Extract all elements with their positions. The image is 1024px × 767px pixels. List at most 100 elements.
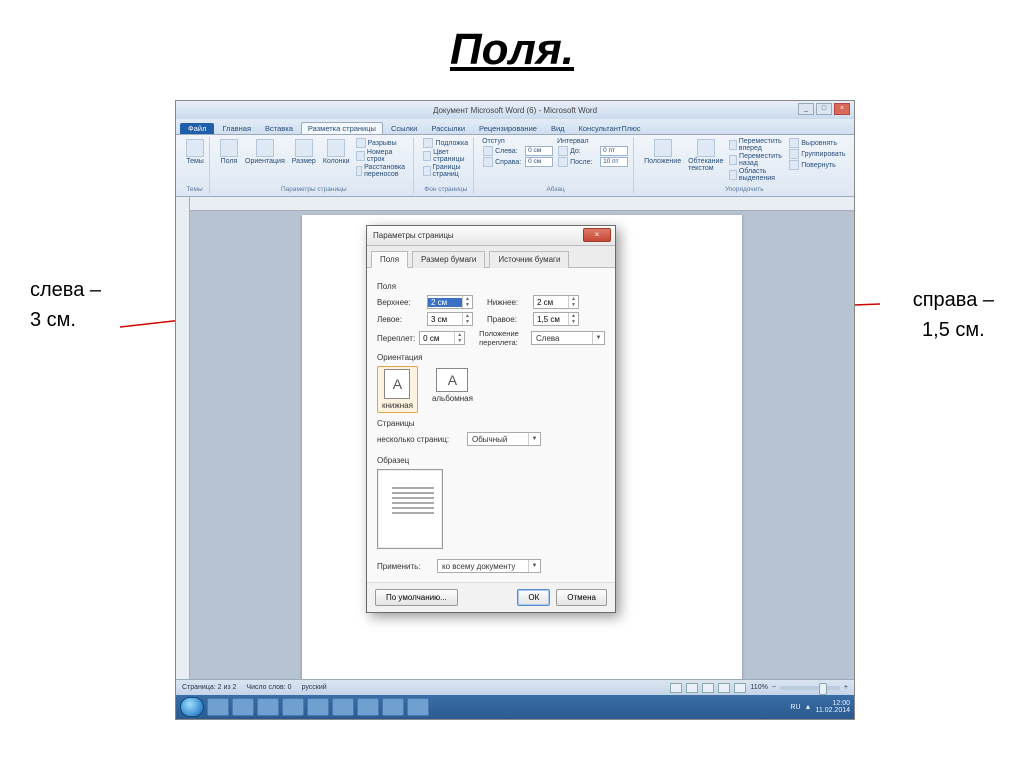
right-margin-input[interactable] (534, 315, 568, 324)
wrap-label: Обтекание текстом (688, 158, 723, 172)
position-button[interactable]: Положение (642, 138, 683, 166)
zoom-minus[interactable]: − (772, 684, 776, 691)
view-print-layout-button[interactable] (670, 683, 682, 693)
orientation-button[interactable]: Ориентация (243, 138, 287, 166)
forward-icon (729, 140, 736, 150)
tab-page-layout[interactable]: Разметка страницы (301, 122, 383, 134)
borders-label: Границы страниц (433, 164, 469, 178)
align-button[interactable]: Выровнять (788, 138, 846, 148)
annot-left-line1: слева – (30, 275, 101, 305)
rotate-button[interactable]: Повернуть (788, 160, 846, 170)
orientation-icon (256, 139, 274, 157)
dialog-tab-paper[interactable]: Размер бумаги (412, 251, 485, 268)
view-draft-button[interactable] (734, 683, 746, 693)
taskbar-word-icon[interactable] (357, 698, 379, 716)
taskbar-app2-icon[interactable] (307, 698, 329, 716)
dialog-tab-margins[interactable]: Поля (371, 251, 408, 268)
watermark-label: Подложка (435, 140, 468, 147)
dialog-tab-source[interactable]: Источник бумаги (489, 251, 569, 268)
lines-label: Номера строк (367, 149, 409, 163)
orientation-landscape-button[interactable]: A альбомная (428, 366, 477, 413)
tray-language[interactable]: RU (790, 704, 800, 711)
multipage-value: Обычный (468, 435, 528, 444)
taskbar-powerpoint-icon[interactable] (332, 698, 354, 716)
tab-consultant[interactable]: КонсультантПлюс (573, 123, 647, 134)
zoom-plus[interactable]: + (844, 684, 848, 691)
tab-home[interactable]: Главная (216, 123, 257, 134)
view-web-button[interactable] (702, 683, 714, 693)
taskbar-app4-icon[interactable] (407, 698, 429, 716)
tab-insert[interactable]: Вставка (259, 123, 299, 134)
gutter-label: Переплет: (377, 334, 415, 343)
zoom-value[interactable]: 110% (750, 684, 767, 691)
tray-flag-icon[interactable]: ▲ (805, 704, 812, 711)
indent-right-value[interactable]: 0 см (525, 157, 553, 167)
zoom-slider[interactable] (780, 686, 840, 690)
tab-references[interactable]: Ссылки (385, 123, 423, 134)
gutter-pos-label: Положение переплета: (479, 329, 527, 347)
gutter-pos-combo[interactable]: Слева▼ (531, 331, 605, 345)
tab-mailings[interactable]: Рассылки (425, 123, 471, 134)
page-borders-button[interactable]: Границы страниц (422, 164, 469, 178)
group-button[interactable]: Группировать (788, 149, 846, 159)
annot-right-line2: 1,5 см. (913, 315, 994, 345)
bottom-margin-spinner[interactable]: ▲▼ (533, 295, 579, 309)
cancel-button[interactable]: Отмена (556, 589, 607, 606)
wrap-text-button[interactable]: Обтекание текстом (686, 138, 725, 173)
document-area: Параметры страницы × Поля Размер бумаги … (176, 197, 854, 679)
bottom-margin-input[interactable] (534, 298, 568, 307)
status-language[interactable]: русский (302, 684, 327, 691)
size-button[interactable]: Размер (290, 138, 318, 166)
taskbar-ie-icon[interactable] (207, 698, 229, 716)
tab-view[interactable]: Вид (545, 123, 571, 134)
dialog-close-button[interactable]: × (583, 228, 611, 242)
hyphenation-button[interactable]: Расстановка переносов (355, 164, 410, 178)
indent-left-value[interactable]: 0 см (525, 146, 553, 156)
close-button[interactable]: × (834, 103, 850, 115)
send-backward-button[interactable]: Переместить назад (728, 153, 785, 167)
taskbar-app-icon[interactable] (257, 698, 279, 716)
tab-file[interactable]: Файл (180, 123, 214, 134)
left-margin-input[interactable] (428, 315, 462, 324)
gutter-spinner[interactable]: ▲▼ (419, 331, 465, 345)
spacing-before-value[interactable]: 0 пт (600, 146, 628, 156)
tray-clock[interactable]: 12:00 11.02.2014 (815, 700, 850, 714)
themes-button[interactable]: Темы (184, 138, 206, 166)
taskbar-firefox-icon[interactable] (282, 698, 304, 716)
breaks-button[interactable]: Разрывы (355, 138, 410, 148)
page-color-button[interactable]: Цвет страницы (422, 149, 469, 163)
status-bar: Страница: 2 из 2 Число слов: 0 русский 1… (176, 679, 854, 695)
bring-forward-button[interactable]: Переместить вперед (728, 138, 785, 152)
right-margin-spinner[interactable]: ▲▼ (533, 312, 579, 326)
apply-to-combo[interactable]: ко всему документу▼ (437, 559, 541, 573)
top-margin-input[interactable] (428, 298, 462, 307)
line-numbers-button[interactable]: Номера строк (355, 149, 410, 163)
view-reading-button[interactable] (686, 683, 698, 693)
gutter-input[interactable] (420, 334, 454, 343)
taskbar-app3-icon[interactable] (382, 698, 404, 716)
selpane-icon (729, 170, 737, 180)
margins-button[interactable]: Поля (218, 138, 240, 166)
tray-time: 12:00 (815, 700, 850, 707)
view-outline-button[interactable] (718, 683, 730, 693)
spacing-after-value[interactable]: 10 пт (600, 157, 628, 167)
multipage-combo[interactable]: Обычный▼ (467, 432, 541, 446)
watermark-button[interactable]: Подложка (422, 138, 469, 148)
slide-title: Поля. (0, 0, 1024, 75)
indent-left-label: Слева: (495, 148, 523, 155)
ribbon: Темы Темы Поля Ориентация Размер Колонки… (176, 135, 854, 197)
left-margin-spinner[interactable]: ▲▼ (427, 312, 473, 326)
top-margin-spinner[interactable]: ▲▼ (427, 295, 473, 309)
minimize-button[interactable]: _ (798, 103, 814, 115)
default-button[interactable]: По умолчанию... (375, 589, 458, 606)
taskbar-explorer-icon[interactable] (232, 698, 254, 716)
orientation-label: Ориентация (245, 158, 285, 165)
wrap-icon (697, 139, 715, 157)
start-button[interactable] (180, 697, 204, 717)
columns-button[interactable]: Колонки (321, 138, 352, 166)
selection-pane-button[interactable]: Область выделения (728, 168, 785, 182)
ok-button[interactable]: ОК (517, 589, 550, 606)
maximize-button[interactable]: □ (816, 103, 832, 115)
orientation-portrait-button[interactable]: A книжная (377, 366, 418, 413)
tab-review[interactable]: Рецензирование (473, 123, 543, 134)
